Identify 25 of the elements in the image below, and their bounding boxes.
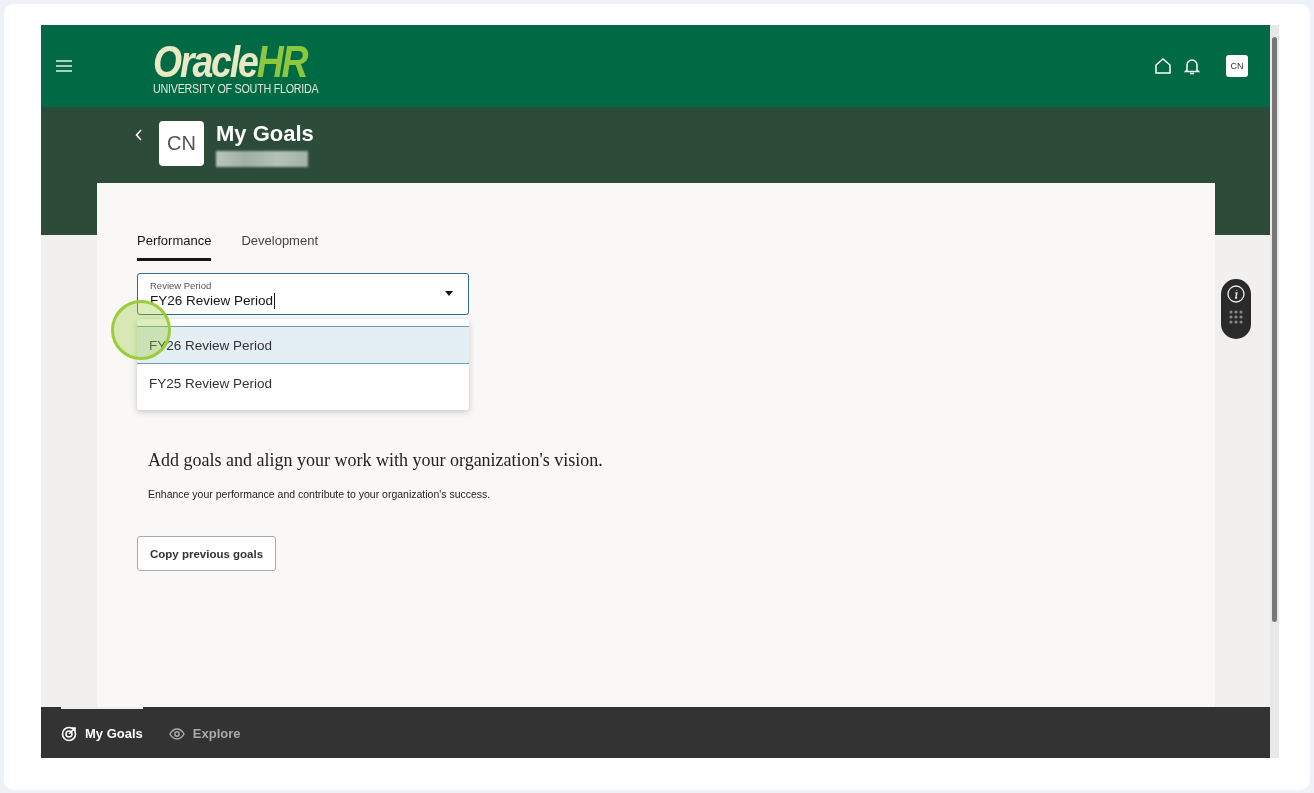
tab[interactable]: Development <box>241 229 319 261</box>
menu-icon[interactable] <box>55 59 73 73</box>
caret-icon <box>445 291 453 296</box>
bell-icon[interactable] <box>1184 57 1200 75</box>
nav-tab[interactable]: My Goals <box>61 707 143 758</box>
copy-goals-button[interactable]: Copy previous goals <box>137 536 277 571</box>
nav-tab[interactable]: Explore <box>168 707 241 758</box>
target-icon <box>61 725 77 742</box>
eye-icon <box>168 727 185 740</box>
empty-state-text: Enhance your performance and contribute to your organization's success. <box>148 488 492 500</box>
field-value: FY26 Review Period <box>150 293 276 309</box>
empty-state-heading: Add goals and align your work with your organization's vision. <box>148 450 604 471</box>
info-apps-widget[interactable] <box>1221 279 1251 339</box>
tab[interactable]: Performance <box>137 229 212 261</box>
user-avatar: CN <box>159 121 204 166</box>
dropdown-option[interactable]: FY25 Review Period <box>137 364 469 402</box>
scrollbar[interactable] <box>1270 25 1279 758</box>
logo-subtitle: UNIVERSITY OF SOUTH FLORIDA <box>153 82 319 96</box>
field-label: Review Period <box>150 281 213 291</box>
page-title: My Goals <box>216 121 314 147</box>
review-period-field[interactable]: Review Period FY26 Review Period <box>137 273 469 315</box>
home-icon[interactable] <box>1154 58 1172 74</box>
user-avatar[interactable]: CN <box>1226 55 1248 77</box>
back-icon[interactable] <box>135 129 143 141</box>
logo-wordmark: OracleHR <box>153 42 307 82</box>
